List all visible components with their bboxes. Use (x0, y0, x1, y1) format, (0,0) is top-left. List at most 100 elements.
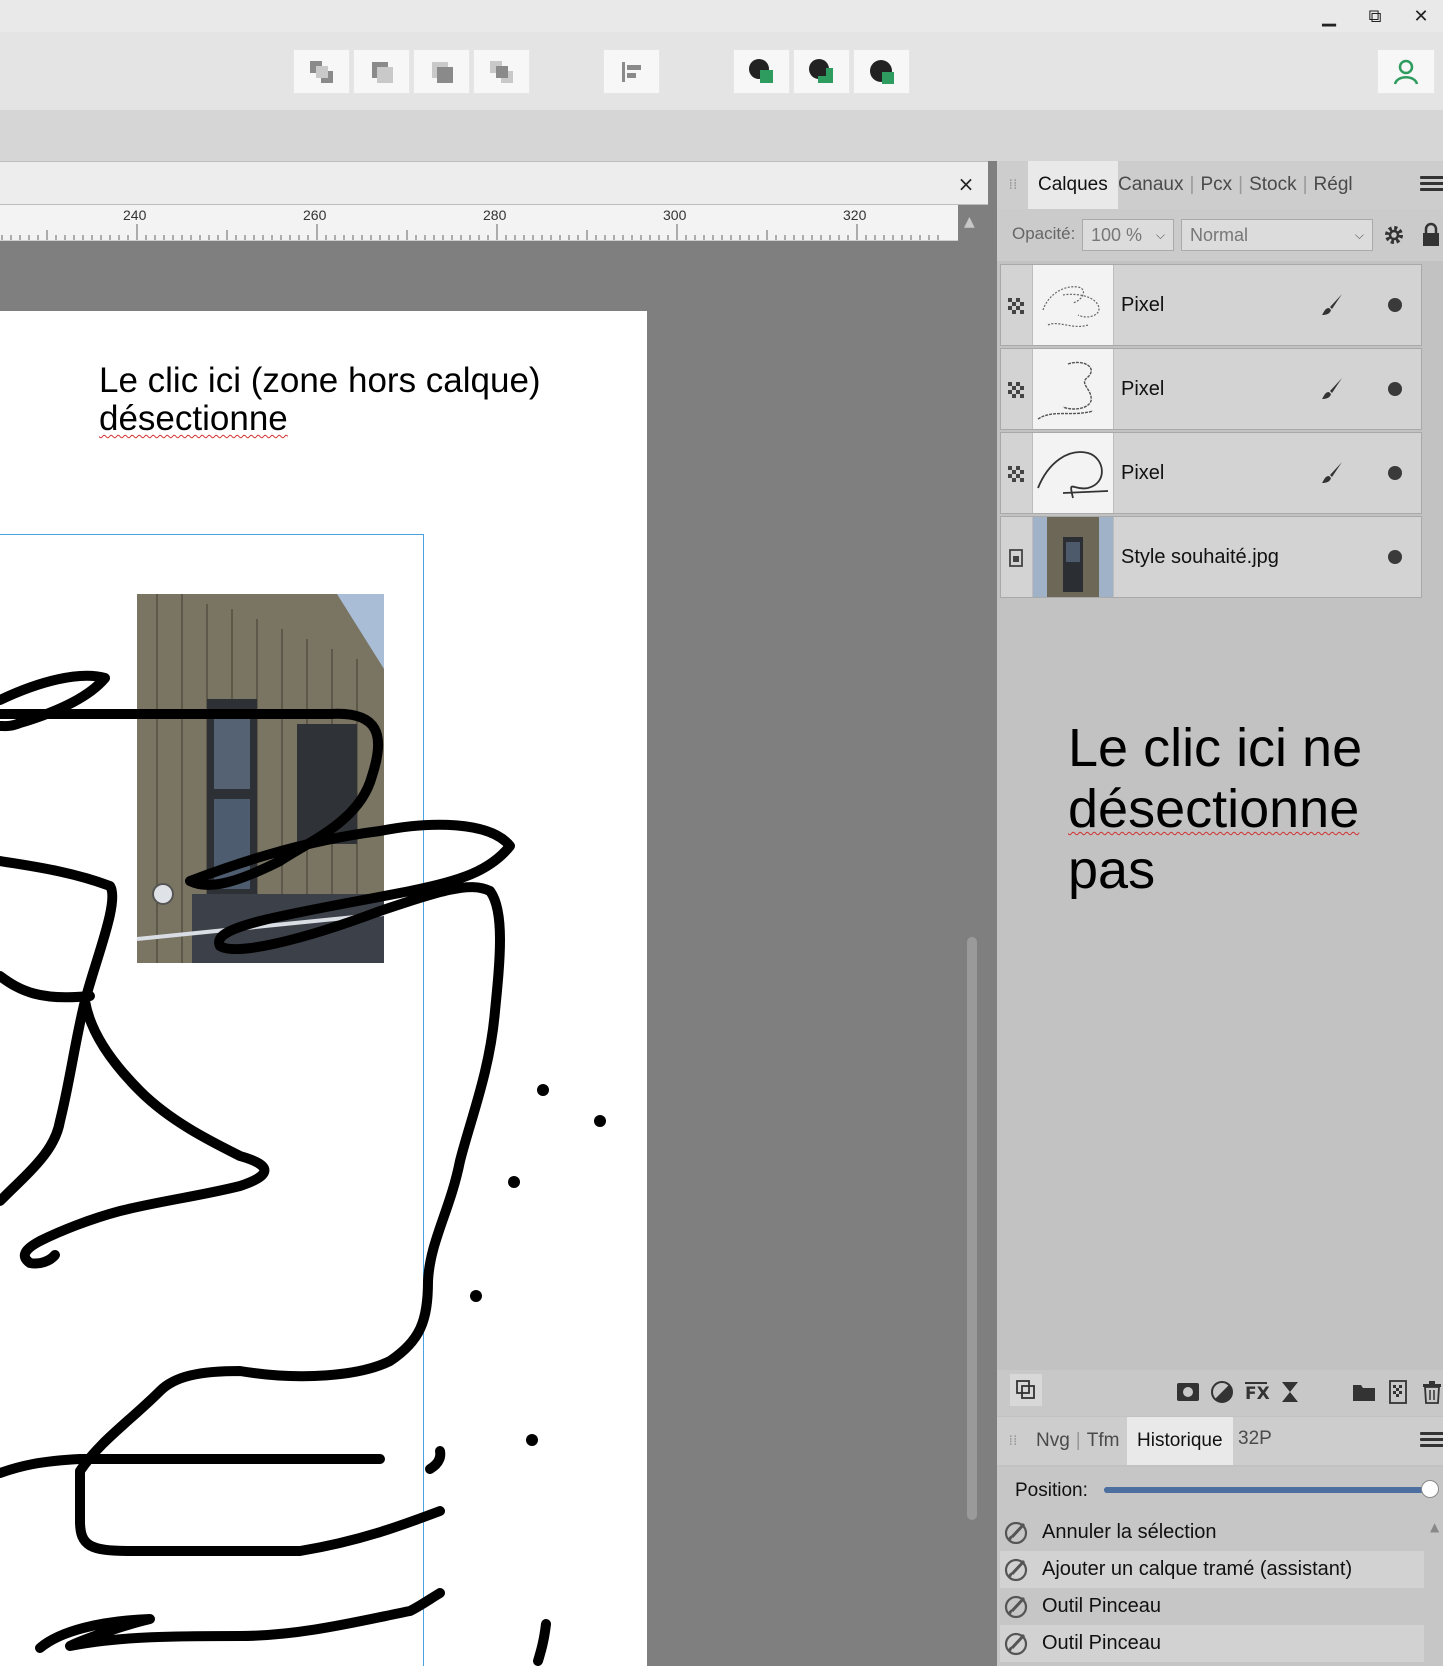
history-item-label: Outil Pinceau (1042, 1632, 1161, 1654)
ruler-label: 240 (123, 207, 147, 223)
ruler-label: 320 (843, 207, 867, 223)
new-pixel-layer-icon[interactable] (1384, 1378, 1412, 1406)
visibility-dot-icon[interactable] (1388, 466, 1402, 480)
panel-annotation-line1: Le clic ici ne (1068, 718, 1363, 778)
chevron-down-icon: ⌵ (1354, 228, 1364, 242)
brush-icon (1322, 378, 1342, 399)
layer-name: Style souhaité.jpg (1121, 546, 1279, 568)
layer-thumbnail (1032, 265, 1114, 345)
tab-stock[interactable]: Stock (1249, 174, 1297, 196)
tab-nvg[interactable]: Nvg (1036, 1430, 1070, 1452)
layer-stack-icon (1016, 1380, 1035, 1399)
folder-icon[interactable] (1350, 1378, 1378, 1406)
pixel-layer-icon (1008, 466, 1024, 482)
tab-tfm[interactable]: Tfm (1087, 1430, 1120, 1452)
tab-separator: | (1302, 174, 1308, 195)
brush-strokes (0, 670, 606, 1666)
layers-panel-menu-icon[interactable] (1420, 173, 1443, 193)
mask-icon[interactable] (1174, 1378, 1202, 1406)
history-item[interactable]: Outil Pinceau (1000, 1625, 1424, 1662)
history-step-icon (1004, 1521, 1028, 1545)
history-item[interactable]: Annuler la sélection (1000, 1514, 1424, 1551)
visibility-dot-icon[interactable] (1388, 298, 1402, 312)
align-button[interactable] (603, 49, 660, 94)
fx-icon[interactable]: FX (1242, 1378, 1270, 1406)
add-shape-icon (748, 58, 773, 83)
arrange-front-icon (489, 60, 513, 83)
history-scroll-up-icon[interactable]: ▲ (1430, 1520, 1439, 1534)
arrange-front-button[interactable] (473, 49, 530, 94)
tab-historique[interactable]: Historique (1127, 1417, 1233, 1465)
visibility-dot-icon[interactable] (1388, 550, 1402, 564)
pixel-layer-icon (1008, 382, 1024, 398)
tab-pcx[interactable]: Pcx (1200, 174, 1232, 196)
boolean-add-button[interactable] (733, 49, 790, 94)
brush-icon (1322, 462, 1342, 483)
history-step-icon (1004, 1558, 1028, 1582)
opacity-label: Opacité: (1012, 224, 1076, 243)
minimize-button[interactable]: ▁ (1306, 0, 1352, 32)
layer-stack-button[interactable] (1010, 1374, 1042, 1406)
account-button[interactable] (1377, 49, 1435, 94)
restore-icon: ⧉ (1368, 5, 1382, 27)
opacity-dropdown[interactable]: 100 % ⌵ (1082, 219, 1174, 251)
ruler-label: 280 (483, 207, 507, 223)
boolean-intersect-button[interactable] (793, 49, 850, 94)
layers-panel-other-tabs: Canaux | Pcx | Stock | Régl (1118, 172, 1353, 198)
toolbar (0, 32, 1443, 110)
chevron-down-icon: ⌵ (1155, 228, 1165, 242)
subtract-shape-icon (869, 59, 894, 84)
document-close-button[interactable]: × (952, 170, 980, 198)
panel-grip-icon[interactable]: ⁞⁞ (1007, 1430, 1019, 1452)
arrange-forward-button[interactable] (413, 49, 470, 94)
tab-canaux[interactable]: Canaux (1118, 174, 1184, 196)
brush-icon (1322, 294, 1342, 315)
position-slider-track[interactable] (1104, 1487, 1430, 1493)
layer-name: Pixel (1121, 462, 1165, 484)
tab-calques[interactable]: Calques (1028, 161, 1118, 209)
opacity-value: 100 % (1091, 224, 1143, 245)
ruler-label: 300 (663, 207, 687, 223)
blend-mode-value: Normal (1190, 224, 1249, 245)
svg-text:FX: FX (1245, 1384, 1270, 1404)
boolean-subtract-button[interactable] (853, 49, 910, 94)
restore-button[interactable]: ⧉ (1352, 0, 1398, 32)
context-toolbar (0, 110, 1443, 161)
layer-thumbnail (1032, 517, 1114, 597)
adjustment-icon[interactable] (1208, 1378, 1236, 1406)
trash-icon[interactable] (1418, 1378, 1443, 1406)
position-label: Position: (1015, 1480, 1088, 1501)
position-slider-handle[interactable] (1421, 1480, 1439, 1498)
arrange-back-button[interactable] (293, 49, 350, 94)
history-item[interactable]: Ajouter un calque tramé (assistant) (1000, 1551, 1424, 1588)
panel-annotation-line3: pas (1068, 840, 1156, 900)
gear-icon[interactable] (1382, 223, 1406, 247)
layer-name: Pixel (1121, 294, 1165, 316)
ruler-label: 260 (303, 207, 327, 223)
user-icon (1393, 59, 1419, 85)
visibility-dot-icon[interactable] (1388, 382, 1402, 396)
close-window-button[interactable]: ✕ (1398, 0, 1443, 32)
history-item-label: Annuler la sélection (1042, 1521, 1217, 1543)
layer-thumbnail (1032, 433, 1114, 513)
close-icon: ✕ (1413, 5, 1429, 27)
vertical-scrollbar-thumb[interactable] (967, 937, 977, 1520)
tab-32p[interactable]: 32P (1238, 1428, 1272, 1450)
intersect-shape-icon (808, 58, 833, 83)
scroll-up-icon[interactable]: ▲ (964, 214, 975, 230)
arrange-backward-button[interactable] (353, 49, 410, 94)
history-item[interactable]: Outil Pinceau (1000, 1588, 1424, 1625)
lock-icon[interactable] (1422, 222, 1440, 248)
live-filter-icon[interactable] (1276, 1378, 1304, 1406)
blend-mode-dropdown[interactable]: Normal ⌵ (1181, 219, 1373, 251)
history-panel-menu-icon[interactable] (1420, 1429, 1443, 1449)
tab-regl[interactable]: Régl (1314, 174, 1353, 196)
document-tab[interactable] (0, 161, 988, 205)
panel-grip-icon[interactable]: ⁞⁞ (1007, 174, 1019, 196)
image-layer-icon (1009, 549, 1023, 567)
tab-separator: | (1238, 174, 1244, 195)
tab-separator: | (1189, 174, 1195, 195)
arrange-backward-icon (371, 61, 393, 83)
panel-annotation-line2: désectionne (1068, 779, 1360, 839)
layer-thumbnail (1032, 349, 1114, 429)
